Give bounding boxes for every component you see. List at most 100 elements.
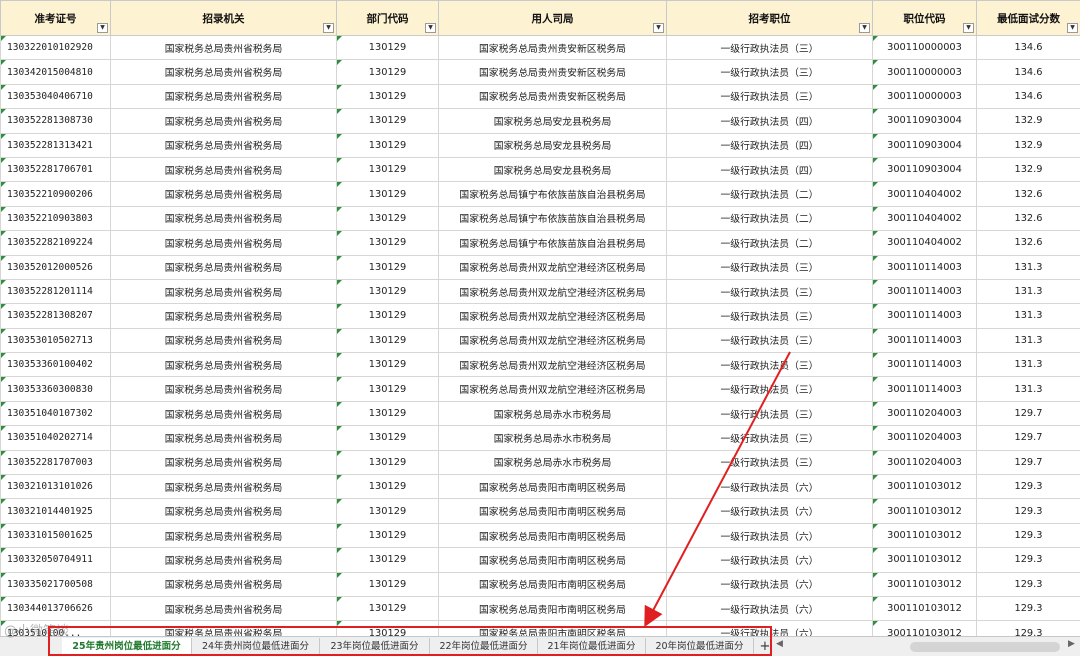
table-cell[interactable]: 国家税务总局镇宁布依族苗族自治县税务局 bbox=[438, 181, 667, 207]
table-cell[interactable]: 130129 bbox=[336, 425, 439, 451]
table-cell[interactable]: 130129 bbox=[336, 352, 439, 378]
table-cell[interactable]: 一级行政执法员（六） bbox=[666, 498, 873, 524]
table-cell[interactable]: 300110903004 bbox=[872, 108, 977, 134]
table-cell[interactable]: 国家税务总局贵州省税务局 bbox=[110, 498, 337, 524]
column-header[interactable]: 最低面试分数 ▼ bbox=[976, 0, 1080, 36]
table-cell[interactable]: 130129 bbox=[336, 181, 439, 207]
sheet-tab[interactable]: 22年岗位最低进面分 bbox=[430, 638, 538, 656]
table-cell[interactable]: 300110103012 bbox=[872, 571, 977, 597]
table-cell[interactable]: 130129 bbox=[336, 34, 439, 61]
table-cell[interactable]: 国家税务总局贵州省税务局 bbox=[110, 230, 337, 256]
table-cell[interactable]: 130352281707003 bbox=[0, 449, 111, 476]
table-cell[interactable]: 一级行政执法员（三） bbox=[666, 400, 873, 427]
table-cell[interactable]: 一级行政执法员（二） bbox=[666, 205, 873, 232]
table-cell[interactable]: 国家税务总局贵州省税务局 bbox=[110, 132, 337, 158]
table-row[interactable]: 130335021700508 国家税务总局贵州省税务局 130129 国家税务总局贵… bbox=[0, 571, 1080, 597]
table-row[interactable]: 130353360100402 国家税务总局贵州省税务局 130129 国家税务总局贵… bbox=[0, 352, 1080, 378]
table-cell[interactable]: 国家税务总局贵州双龙航空港经济区税务局 bbox=[438, 303, 667, 329]
table-cell[interactable]: 国家税务总局贵州省税务局 bbox=[110, 522, 337, 549]
table-cell[interactable]: 国家税务总局贵州省税务局 bbox=[110, 83, 337, 110]
table-cell[interactable]: 130352282109224 bbox=[0, 230, 111, 256]
table-row[interactable]: 130352281706701 国家税务总局贵州省税务局 130129 国家税务总局安… bbox=[0, 156, 1080, 183]
table-cell[interactable]: 国家税务总局贵州省税务局 bbox=[110, 327, 337, 354]
sheet-tab[interactable]: 20年岗位最低进面分 bbox=[646, 638, 754, 656]
table-cell[interactable]: 国家税务总局贵州省税务局 bbox=[110, 108, 337, 134]
table-cell[interactable]: 134.6 bbox=[976, 59, 1080, 85]
table-cell[interactable]: 一级行政执法员（三） bbox=[666, 34, 873, 61]
table-cell[interactable]: 一级行政执法员（三） bbox=[666, 449, 873, 476]
table-cell[interactable]: 132.9 bbox=[976, 132, 1080, 158]
table-cell[interactable]: 一级行政执法员（三） bbox=[666, 303, 873, 329]
table-cell[interactable]: 129.3 bbox=[976, 474, 1080, 500]
table-cell[interactable]: 130321013101026 bbox=[0, 474, 111, 500]
table-cell[interactable]: 130129 bbox=[336, 449, 439, 476]
table-cell[interactable]: 一级行政执法员（六） bbox=[666, 620, 873, 636]
table-cell[interactable]: 国家税务总局贵州省税务局 bbox=[110, 400, 337, 427]
table-cell[interactable]: 130351040107302 bbox=[0, 400, 111, 427]
scroll-right-icon[interactable]: ▶ bbox=[1068, 639, 1075, 649]
table-row[interactable]: 130351040107302 国家税务总局贵州省税务局 130129 国家税务总局赤… bbox=[0, 400, 1080, 427]
table-cell[interactable]: 129.3 bbox=[976, 620, 1080, 636]
column-header[interactable]: 部门代码 ▼ bbox=[336, 0, 439, 36]
table-cell[interactable]: 132.6 bbox=[976, 205, 1080, 232]
table-cell[interactable]: 国家税务总局贵州省税务局 bbox=[110, 620, 337, 636]
table-cell[interactable]: 一级行政执法员（四） bbox=[666, 132, 873, 158]
table-cell[interactable]: 131.3 bbox=[976, 303, 1080, 329]
table-cell[interactable]: 国家税务总局镇宁布依族苗族自治县税务局 bbox=[438, 205, 667, 232]
table-cell[interactable]: 130353360100402 bbox=[0, 352, 111, 378]
table-cell[interactable]: 130351040202714 bbox=[0, 425, 111, 451]
column-header[interactable]: 招录机关 ▼ bbox=[110, 0, 337, 36]
table-row[interactable]: 130353040406710 国家税务总局贵州省税务局 130129 国家税务总局贵… bbox=[0, 83, 1080, 110]
table-cell[interactable]: 132.6 bbox=[976, 181, 1080, 207]
table-cell[interactable]: 130129 bbox=[336, 230, 439, 256]
table-cell[interactable]: 300110000003 bbox=[872, 83, 977, 110]
table-cell[interactable]: 国家税务总局贵州省税务局 bbox=[110, 303, 337, 329]
table-row[interactable]: 130321013101026 国家税务总局贵州省税务局 130129 国家税务总局贵… bbox=[0, 474, 1080, 500]
table-cell[interactable]: 国家税务总局贵州贵安新区税务局 bbox=[438, 34, 667, 61]
table-cell[interactable]: 130129 bbox=[336, 278, 439, 305]
table-cell[interactable]: 130322010102920 bbox=[0, 34, 111, 61]
dropdown-arrow-icon[interactable]: ▼ bbox=[653, 23, 664, 33]
table-cell[interactable]: 300110114003 bbox=[872, 376, 977, 402]
table-cell[interactable]: 130129 bbox=[336, 620, 439, 636]
table-cell[interactable]: 一级行政执法员（三） bbox=[666, 425, 873, 451]
table-cell[interactable]: 130129 bbox=[336, 522, 439, 549]
table-cell[interactable]: 一级行政执法员（三） bbox=[666, 254, 873, 280]
table-cell[interactable]: 国家税务总局贵州双龙航空港经济区税务局 bbox=[438, 278, 667, 305]
dropdown-arrow-icon[interactable]: ▼ bbox=[97, 23, 108, 33]
table-cell[interactable]: 130352012000526 bbox=[0, 254, 111, 280]
table-cell[interactable]: 国家税务总局贵州省税务局 bbox=[110, 376, 337, 402]
table-cell[interactable]: 131.3 bbox=[976, 254, 1080, 280]
sheet-tab[interactable]: 24年贵州岗位最低进面分 bbox=[192, 638, 320, 656]
table-row[interactable]: 130352281707003 国家税务总局贵州省税务局 130129 国家税务总局赤… bbox=[0, 449, 1080, 476]
table-cell[interactable]: 国家税务总局贵州双龙航空港经济区税务局 bbox=[438, 376, 667, 402]
table-cell[interactable]: 300110903004 bbox=[872, 156, 977, 183]
table-cell[interactable]: 国家税务总局贵州省税务局 bbox=[110, 34, 337, 61]
table-cell[interactable]: 129.7 bbox=[976, 400, 1080, 427]
table-cell[interactable]: 300110114003 bbox=[872, 254, 977, 280]
table-cell[interactable]: 129.7 bbox=[976, 425, 1080, 451]
table-cell[interactable]: 130129 bbox=[336, 571, 439, 597]
table-row[interactable]: 130352281308207 国家税务总局贵州省税务局 130129 国家税务总局贵… bbox=[0, 303, 1080, 329]
table-cell[interactable]: 一级行政执法员（六） bbox=[666, 595, 873, 622]
sheet-tab[interactable]: 21年岗位最低进面分 bbox=[538, 638, 646, 656]
table-cell[interactable]: 134.6 bbox=[976, 34, 1080, 61]
table-cell[interactable]: 一级行政执法员（四） bbox=[666, 156, 873, 183]
table-cell[interactable]: 300110903004 bbox=[872, 132, 977, 158]
table-cell[interactable]: 130335021700508 bbox=[0, 571, 111, 597]
table-cell[interactable]: 国家税务总局贵阳市南明区税务局 bbox=[438, 571, 667, 597]
table-cell[interactable]: 国家税务总局贵州双龙航空港经济区税务局 bbox=[438, 327, 667, 354]
table-cell[interactable]: 130129 bbox=[336, 205, 439, 232]
horizontal-scrollbar[interactable] bbox=[790, 642, 1070, 652]
table-cell[interactable]: 132.6 bbox=[976, 230, 1080, 256]
table-cell[interactable]: 国家税务总局贵州省税务局 bbox=[110, 352, 337, 378]
table-cell[interactable]: 一级行政执法员（二） bbox=[666, 181, 873, 207]
table-cell[interactable]: 130129 bbox=[336, 132, 439, 158]
table-cell[interactable]: 130353360300830 bbox=[0, 376, 111, 402]
table-cell[interactable]: 130352281706701 bbox=[0, 156, 111, 183]
table-cell[interactable]: 130353010502713 bbox=[0, 327, 111, 354]
table-cell[interactable]: 130321014401925 bbox=[0, 498, 111, 524]
table-cell[interactable]: 131.3 bbox=[976, 376, 1080, 402]
table-cell[interactable]: 国家税务总局贵州双龙航空港经济区税务局 bbox=[438, 254, 667, 280]
table-cell[interactable]: 130129 bbox=[336, 400, 439, 427]
